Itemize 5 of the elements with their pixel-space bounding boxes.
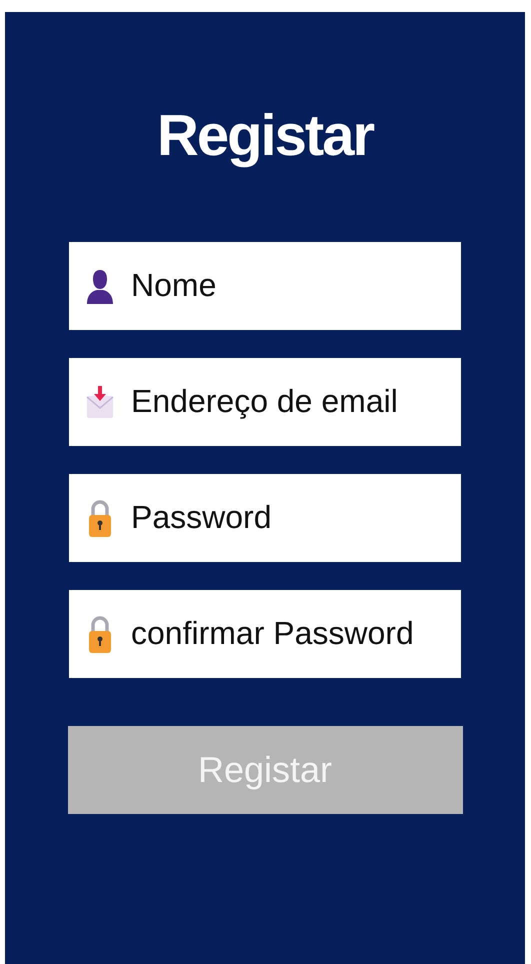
input-field[interactable]: Endereço de email [69,358,461,446]
input-field[interactable]: confirmar Password [69,590,461,678]
page-title: Registar [156,104,374,168]
input-field[interactable]: Password [69,474,461,562]
input-field[interactable]: Nome [69,242,461,330]
